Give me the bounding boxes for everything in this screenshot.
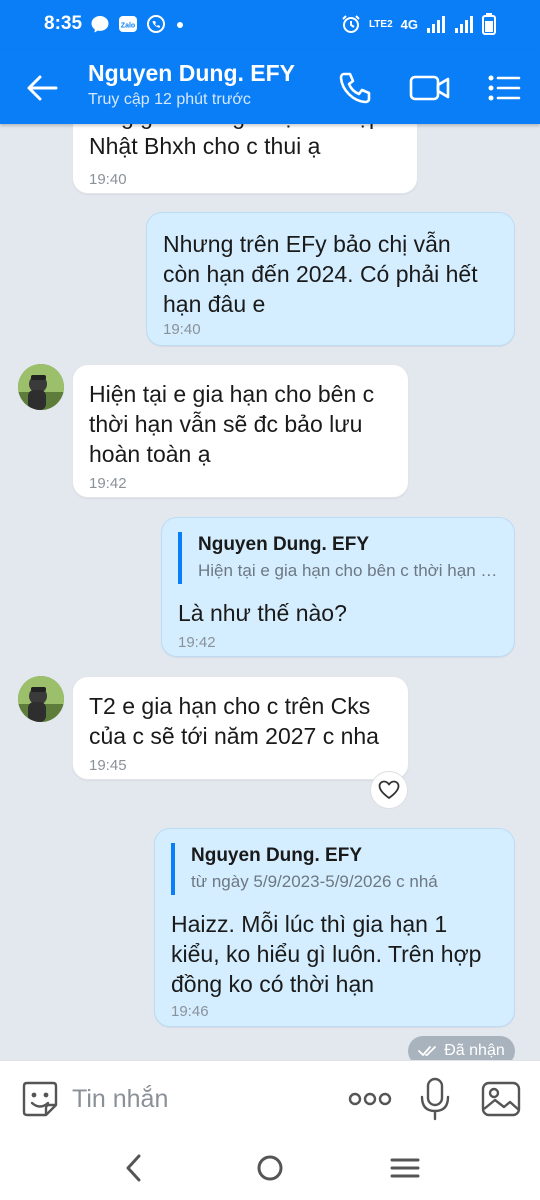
back-button[interactable] — [22, 70, 62, 106]
microphone-icon — [420, 1077, 450, 1121]
double-check-icon — [418, 1046, 437, 1056]
video-call-button[interactable] — [408, 68, 452, 108]
status-system-icons: LTE2 4G — [341, 13, 496, 35]
quoted-text: Hiện tại e gia hạn cho bên c thời hạn vẫ… — [198, 561, 500, 580]
message-time: 19:46 — [171, 1003, 209, 1020]
signal-1-icon — [427, 16, 445, 33]
outgoing-message[interactable]: Nhưng trên EFy bảo chị vẫn còn hạn đến 2… — [146, 212, 515, 346]
chat-messages-area[interactable]: tăng gì ák chỉ gia hạn và cập Nhật Bhxh … — [0, 124, 540, 1060]
message-text: tăng gì ák chỉ gia hạn và cập Nhật Bhxh … — [89, 124, 382, 159]
more-options-button[interactable] — [348, 1086, 392, 1112]
zalo-notification-icon: Zalo — [119, 16, 137, 32]
outgoing-message-with-reply[interactable]: Nguyen Dung. EFY Hiện tại e gia hạn cho … — [161, 517, 515, 657]
network-type: 4G — [400, 16, 418, 32]
reaction-button[interactable] — [370, 771, 408, 809]
status-bar: 8:35 Zalo LTE2 4G — [0, 0, 540, 50]
message-input[interactable] — [72, 1081, 322, 1117]
sticker-emoji-icon — [22, 1081, 58, 1117]
messenger-notification-icon — [91, 16, 109, 33]
incoming-message[interactable]: T2 e gia hạn cho c trên Cks của c sẽ tới… — [72, 676, 409, 780]
quoted-author: Nguyen Dung. EFY — [191, 845, 362, 866]
sticker-button[interactable] — [20, 1079, 60, 1119]
message-text: Nhưng trên EFy bảo chị vẫn còn hạn đến 2… — [163, 231, 478, 317]
voice-message-button[interactable] — [418, 1077, 452, 1121]
viber-notification-icon — [147, 15, 165, 33]
message-time: 19:45 — [89, 757, 127, 774]
chat-header: Nguyen Dung. EFY Truy cập 12 phút trước — [0, 50, 540, 124]
dot-icon — [177, 22, 183, 28]
voice-call-button[interactable] — [335, 68, 375, 108]
quoted-author: Nguyen Dung. EFY — [198, 534, 369, 555]
nav-back-button[interactable] — [117, 1150, 153, 1186]
phone-icon — [339, 72, 371, 104]
status-notification-icons: Zalo — [90, 14, 186, 34]
back-arrow-icon — [27, 75, 58, 101]
chevron-left-icon — [126, 1154, 141, 1182]
quoted-text: từ ngày 5/9/2023-5/9/2026 c nhá — [191, 872, 438, 891]
signal-2-icon — [455, 16, 473, 33]
more-dots-icon — [348, 1092, 392, 1106]
message-time: 19:42 — [178, 634, 216, 651]
quoted-message[interactable]: Nguyen Dung. EFY Hiện tại e gia hạn cho … — [178, 532, 500, 584]
avatar-image — [18, 364, 64, 410]
message-composer — [0, 1060, 540, 1136]
contact-avatar[interactable] — [18, 364, 64, 410]
quoted-message[interactable]: Nguyen Dung. EFY từ ngày 5/9/2023-5/9/20… — [171, 843, 500, 895]
incoming-message[interactable]: tăng gì ák chỉ gia hạn và cập Nhật Bhxh … — [72, 124, 418, 194]
message-text: Hiện tại e gia hạn cho bên c thời hạn vẫ… — [89, 381, 375, 467]
alarm-icon — [342, 15, 360, 33]
delivery-status-text: Đã nhận — [444, 1042, 505, 1059]
system-navigation-bar — [0, 1136, 540, 1200]
contact-name[interactable]: Nguyen Dung. EFY — [88, 60, 295, 87]
message-time: 19:40 — [89, 171, 127, 188]
message-text: Haizz. Mỗi lúc thì gia hạn 1 kiểu, ko hi… — [171, 911, 482, 997]
image-icon — [481, 1081, 521, 1117]
delivery-status-badge: Đã nhận — [408, 1036, 515, 1060]
nav-home-button[interactable] — [252, 1150, 288, 1186]
avatar-image — [18, 676, 64, 722]
send-image-button[interactable] — [480, 1079, 522, 1119]
outgoing-message-with-reply[interactable]: Nguyen Dung. EFY từ ngày 5/9/2023-5/9/20… — [154, 828, 515, 1027]
battery-icon — [482, 13, 496, 35]
nav-recents-button[interactable] — [387, 1150, 423, 1186]
home-circle-icon — [257, 1155, 283, 1181]
svg-text:Zalo: Zalo — [121, 23, 135, 30]
volte-label: LTE2 — [368, 18, 393, 30]
contact-avatar[interactable] — [18, 676, 64, 722]
list-menu-icon — [488, 75, 521, 101]
message-time: 19:40 — [163, 321, 201, 338]
chat-options-button[interactable] — [485, 68, 525, 108]
recents-menu-icon — [390, 1158, 420, 1178]
message-text: T2 e gia hạn cho c trên Cks của c sẽ tới… — [89, 693, 379, 749]
heart-icon — [378, 780, 400, 799]
status-time: 8:35 — [44, 13, 83, 34]
incoming-message[interactable]: Hiện tại e gia hạn cho bên c thời hạn vẫ… — [72, 364, 409, 498]
contact-last-seen: Truy cập 12 phút trước — [88, 91, 251, 108]
video-camera-icon — [409, 75, 450, 101]
message-text: Là như thế nào? — [178, 600, 347, 626]
message-time: 19:42 — [89, 475, 127, 492]
